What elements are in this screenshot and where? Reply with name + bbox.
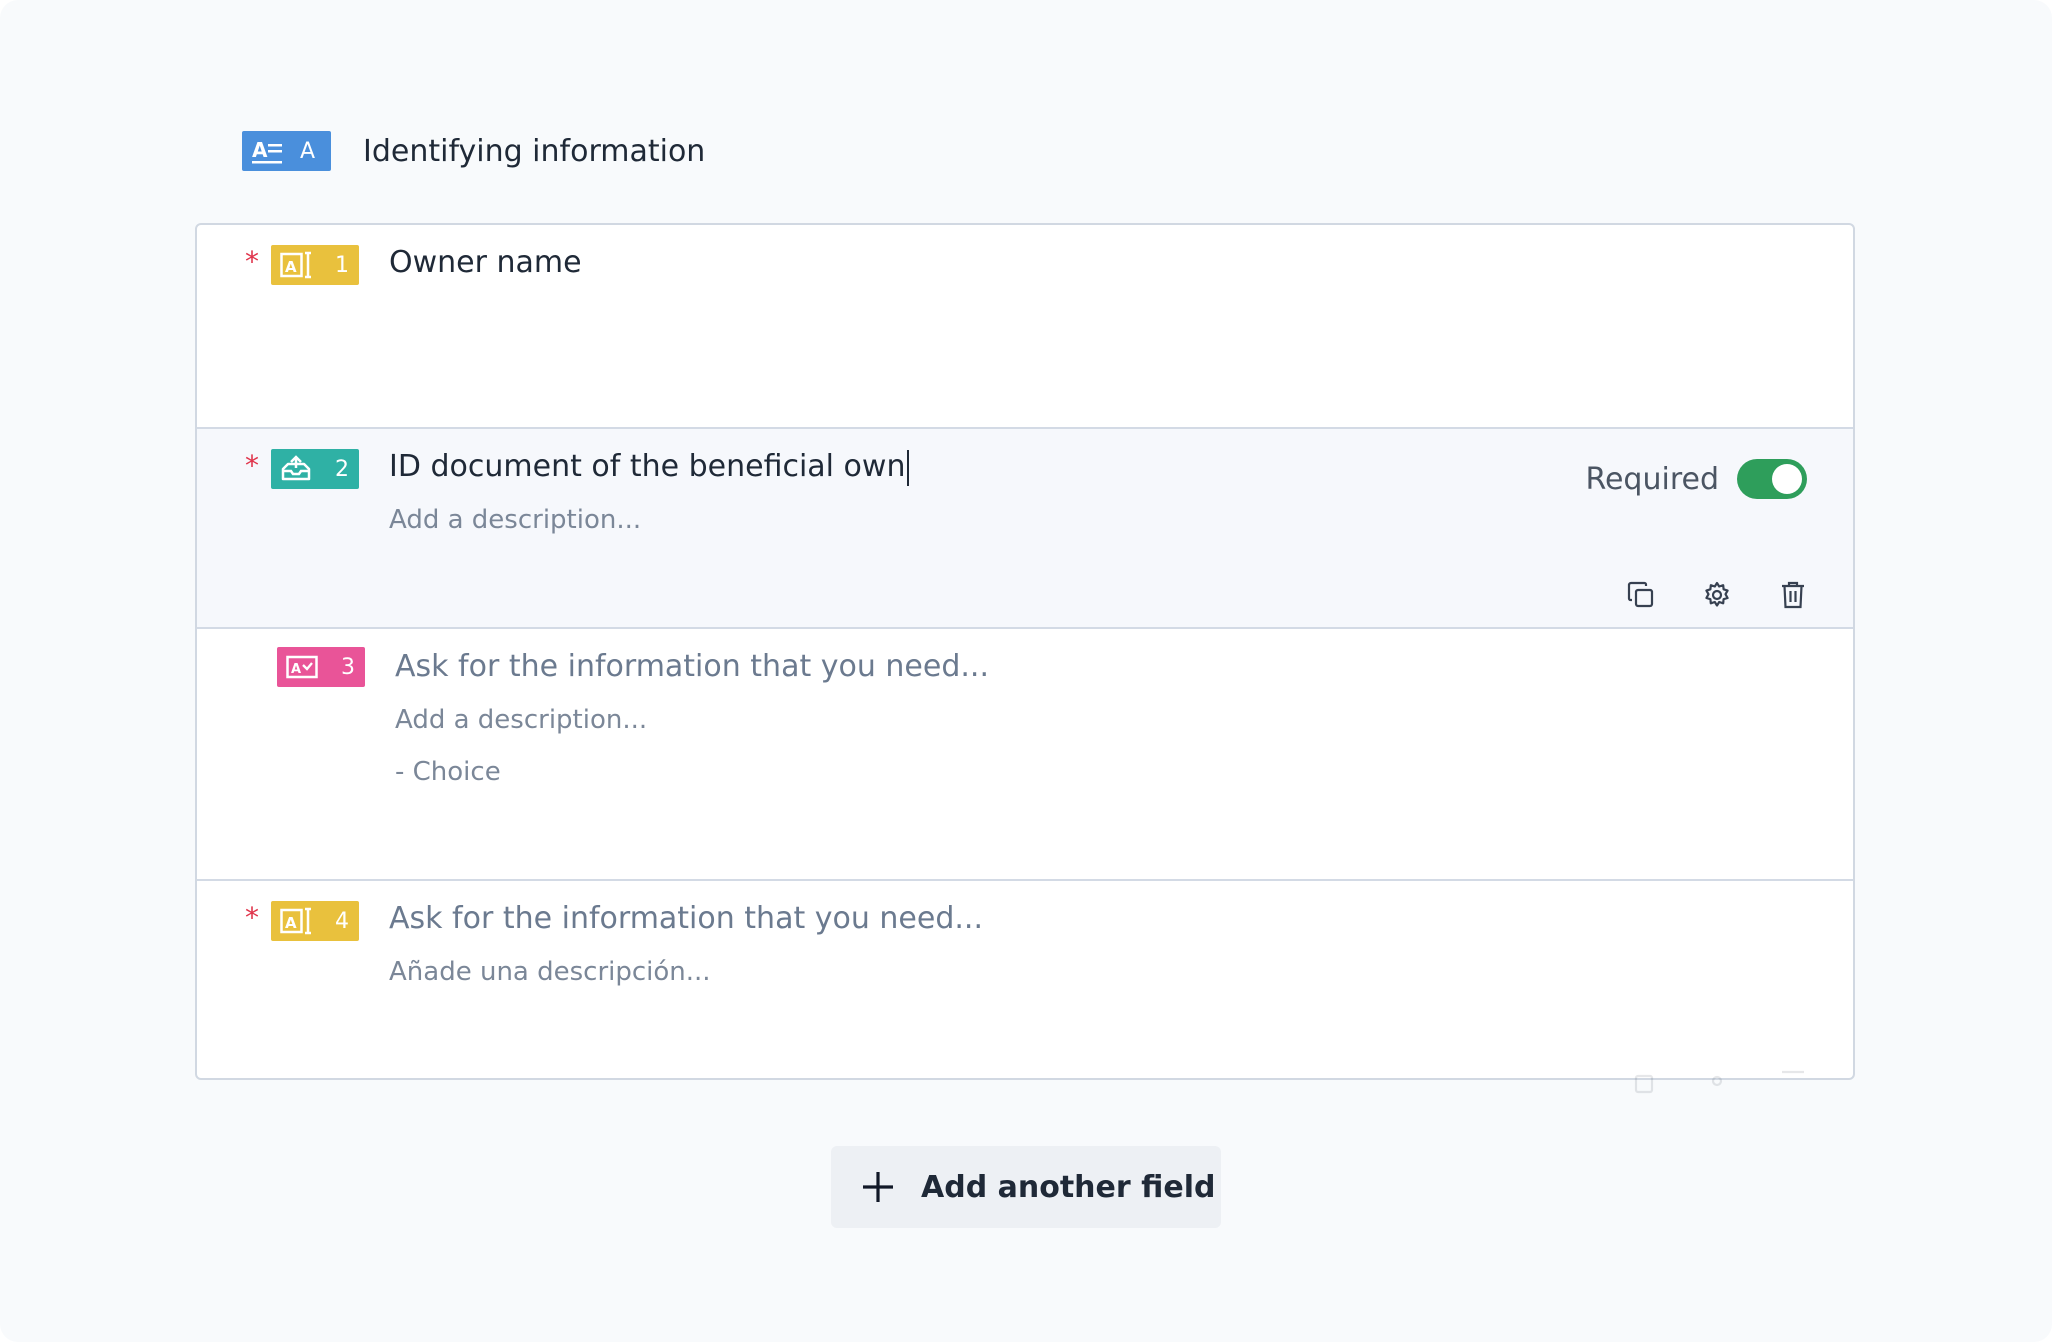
field-title-input[interactable]: ID document of the beneficial own (389, 449, 910, 486)
field-type-badge: A 4 (271, 901, 359, 941)
settings-gear-icon[interactable] (1701, 1065, 1733, 1097)
statement-icon: A (252, 137, 286, 165)
field-row-2[interactable]: * 2 ID document of the beneficial own Ad… (197, 427, 1853, 629)
upload-tray-icon (279, 454, 313, 484)
field-description-input[interactable]: Añade una descripción... (389, 957, 711, 987)
required-control: Required (1585, 459, 1807, 499)
field-actions (1625, 579, 1809, 611)
trash-icon[interactable] (1777, 1065, 1809, 1097)
fields-card: * A 1 Owner name * 2 ID document of the … (195, 223, 1855, 1094)
section-title[interactable]: Identifying information (363, 134, 705, 169)
svg-text:A: A (252, 138, 268, 162)
svg-text:A: A (285, 258, 297, 276)
field-type-badge: A 3 (277, 647, 365, 687)
duplicate-icon[interactable] (1625, 1065, 1657, 1097)
section-badge: A A (242, 131, 331, 171)
text-caret (907, 449, 910, 486)
required-toggle[interactable] (1737, 459, 1807, 499)
field-description-input[interactable]: Add a description... (395, 705, 647, 735)
choice-option[interactable]: - Choice (395, 757, 501, 787)
field-actions-faded (1625, 1065, 1809, 1097)
required-asterisk: * (245, 901, 259, 934)
text-field-icon: A (279, 250, 313, 280)
field-number: 1 (335, 252, 349, 278)
field-title-text: ID document of the beneficial own (389, 449, 906, 484)
add-field-label: Add another field (921, 1169, 1216, 1205)
field-title-input[interactable]: Ask for the information that you need... (395, 649, 989, 684)
field-title[interactable]: Owner name (389, 245, 582, 280)
svg-text:A: A (285, 914, 297, 932)
section-header: A A Identifying information (242, 131, 705, 171)
field-number: 3 (341, 654, 355, 680)
svg-text:A: A (291, 662, 301, 677)
add-another-field-button[interactable]: Add another field (831, 1146, 1221, 1228)
text-field-icon: A (279, 906, 313, 936)
trash-icon[interactable] (1777, 579, 1809, 611)
form-builder-page: A A Identifying information * A 1 Owner … (0, 0, 2052, 1342)
required-asterisk: * (245, 449, 259, 482)
section-badge-letter: A (300, 138, 316, 164)
settings-gear-icon[interactable] (1701, 579, 1733, 611)
toggle-knob (1772, 464, 1802, 494)
field-description-input[interactable]: Add a description... (389, 505, 641, 535)
field-type-badge: A 1 (271, 245, 359, 285)
field-row-1[interactable]: * A 1 Owner name (197, 225, 1853, 427)
field-row-3[interactable]: A 3 Ask for the information that you nee… (197, 629, 1853, 881)
required-label: Required (1585, 461, 1719, 497)
field-title-input[interactable]: Ask for the information that you need... (389, 901, 983, 936)
plus-icon (861, 1170, 895, 1204)
field-type-badge: 2 (271, 449, 359, 489)
field-number: 2 (335, 456, 349, 482)
duplicate-icon[interactable] (1625, 579, 1657, 611)
required-asterisk: * (245, 245, 259, 278)
field-row-4[interactable]: * A 4 Ask for the information that you n… (197, 881, 1853, 1094)
field-number: 4 (335, 908, 349, 934)
choice-field-icon: A (285, 652, 319, 682)
